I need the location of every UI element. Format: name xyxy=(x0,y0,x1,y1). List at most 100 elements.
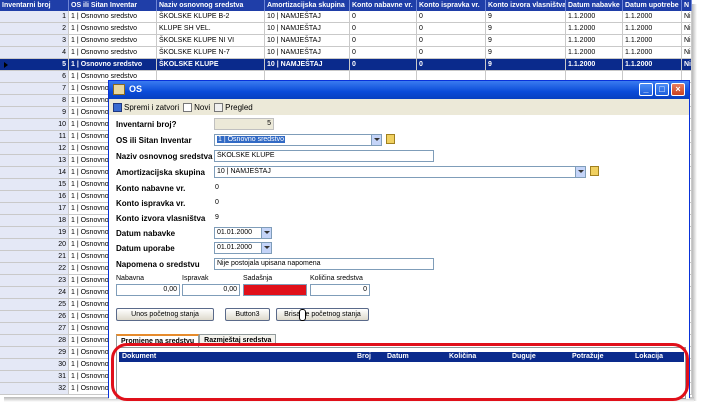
col-potrazuje[interactable]: Potražuje xyxy=(572,352,604,362)
col-dokument[interactable]: Dokument xyxy=(122,352,156,362)
table-cell[interactable]: KLUPE SH VEL. xyxy=(157,23,265,35)
table-cell[interactable]: Ni xyxy=(682,11,692,23)
table-cell[interactable]: 9 xyxy=(486,47,566,59)
table-cell[interactable]: 26 xyxy=(0,311,69,323)
grid-column-header[interactable]: OS ili Sitan Inventar xyxy=(69,0,157,11)
table-cell[interactable]: 3 xyxy=(0,35,69,47)
minimize-icon[interactable]: _ xyxy=(639,83,653,96)
table-cell[interactable]: 1.1.2000 xyxy=(566,59,623,71)
table-cell[interactable]: 14 xyxy=(0,167,69,179)
table-cell[interactable]: 6 xyxy=(0,71,69,83)
sadasnja-field[interactable]: 0,00 xyxy=(243,284,307,296)
table-cell[interactable]: ŠKOLSKE KLUPE B-2 xyxy=(157,11,265,23)
col-duguje[interactable]: Duguje xyxy=(512,352,536,362)
chevron-down-icon[interactable] xyxy=(575,167,585,177)
table-cell[interactable]: 18 xyxy=(0,215,69,227)
folder-add-icon[interactable] xyxy=(590,166,599,176)
table-cell[interactable]: 1.1.2000 xyxy=(566,23,623,35)
kolicina-field[interactable]: 0 xyxy=(310,284,370,296)
maximize-icon[interactable]: □ xyxy=(655,83,669,96)
os-ili-sitan-select[interactable]: 1 | Osnovno sredstvo xyxy=(214,134,382,146)
table-cell[interactable]: 24 xyxy=(0,287,69,299)
naziv-input[interactable]: ŠKOLSKE KLUPE xyxy=(214,150,434,162)
button3-button[interactable]: Button3 xyxy=(225,308,270,321)
chevron-down-icon[interactable] xyxy=(371,135,381,145)
grid-column-header[interactable]: Amortizacijska skupina xyxy=(265,0,350,11)
table-cell[interactable]: 11 xyxy=(0,131,69,143)
table-cell[interactable]: 8 xyxy=(0,95,69,107)
table-cell[interactable]: 32 xyxy=(0,383,69,395)
dialog-titlebar[interactable]: OS _ □ × xyxy=(109,81,689,99)
table-cell[interactable]: 0 xyxy=(417,11,486,23)
amortizacijska-select[interactable]: 10 | NAMJEŠTAJ xyxy=(214,166,586,178)
table-cell[interactable]: 5 xyxy=(0,59,69,71)
table-cell[interactable]: 0 xyxy=(350,59,417,71)
table-row[interactable]: 41 | Osnovno sredstvo ŠKOLSKE KLUPE N-7 10… xyxy=(0,47,692,59)
table-cell[interactable]: 4 xyxy=(0,47,69,59)
table-cell[interactable]: 10 | NAMJEŠTAJ xyxy=(265,11,350,23)
table-cell[interactable]: 9 xyxy=(486,23,566,35)
chevron-down-icon[interactable] xyxy=(261,228,271,238)
table-cell[interactable]: 16 xyxy=(0,191,69,203)
folder-add-icon[interactable] xyxy=(386,134,395,144)
table-cell[interactable]: 23 xyxy=(0,275,69,287)
table-cell[interactable]: ŠKOLSKE KLUPE NI VI xyxy=(157,35,265,47)
table-cell[interactable]: 1 | Osnovno sredstvo xyxy=(69,23,157,35)
table-cell[interactable]: 28 xyxy=(0,335,69,347)
table-cell[interactable]: 1.1.2000 xyxy=(623,11,682,23)
grid-column-header[interactable]: Konto nabavne vr. xyxy=(350,0,417,11)
grid-column-header[interactable]: Konto izvora vlasništva xyxy=(486,0,566,11)
grid-column-header[interactable]: Datum nabavke xyxy=(566,0,623,11)
col-lokacija[interactable]: Lokacija xyxy=(635,352,663,362)
grid-column-header[interactable]: Datum upotrebe xyxy=(623,0,682,11)
table-cell[interactable]: 25 xyxy=(0,299,69,311)
table-cell[interactable]: 1 | Osnovno sredstvo xyxy=(69,35,157,47)
grid-column-header[interactable]: N xyxy=(682,0,692,11)
napomena-input[interactable]: Nije postojala upisana napomena xyxy=(214,258,434,270)
table-cell[interactable]: ŠKOLSKE KLUPE N-7 xyxy=(157,47,265,59)
table-cell[interactable]: 2 xyxy=(0,23,69,35)
table-cell[interactable]: Ni xyxy=(682,59,692,71)
table-cell[interactable]: 20 xyxy=(0,239,69,251)
table-cell[interactable]: 9 xyxy=(0,107,69,119)
table-cell[interactable]: 1 xyxy=(0,11,69,23)
table-cell[interactable]: 7 xyxy=(0,83,69,95)
save-close-button[interactable]: Spremi i zatvori xyxy=(113,102,179,112)
table-cell[interactable]: 0 xyxy=(350,23,417,35)
datum-nabavke-picker[interactable]: 01.01.2000 xyxy=(214,227,272,239)
tab-razmjestaj[interactable]: Razmještaj sredstva xyxy=(199,334,277,346)
table-cell[interactable]: 10 | NAMJEŠTAJ xyxy=(265,59,350,71)
table-cell[interactable]: 1.1.2000 xyxy=(566,11,623,23)
chevron-down-icon[interactable] xyxy=(261,243,271,253)
table-row[interactable]: 31 | Osnovno sredstvo ŠKOLSKE KLUPE NI VI… xyxy=(0,35,692,47)
table-cell[interactable]: 9 xyxy=(486,59,566,71)
table-row[interactable]: 51 | Osnovno sredstvo ŠKOLSKE KLUPE 10 | N… xyxy=(0,59,692,71)
table-cell[interactable]: 9 xyxy=(486,11,566,23)
table-cell[interactable]: 21 xyxy=(0,251,69,263)
grid-column-header[interactable]: Konto ispravka vr. xyxy=(417,0,486,11)
table-cell[interactable]: 1.1.2000 xyxy=(623,35,682,47)
table-cell[interactable]: 19 xyxy=(0,227,69,239)
table-cell[interactable]: 17 xyxy=(0,203,69,215)
datum-uporabe-picker[interactable]: 01.01.2000 xyxy=(214,242,272,254)
ispravak-field[interactable]: 0,00 xyxy=(182,284,240,296)
col-datum[interactable]: Datum xyxy=(387,352,409,362)
table-cell[interactable]: Ni xyxy=(682,23,692,35)
col-broj[interactable]: Broj xyxy=(357,352,371,362)
grid-column-header[interactable]: Inventarni broj xyxy=(0,0,69,11)
table-cell[interactable]: 31 xyxy=(0,371,69,383)
nabavna-field[interactable]: 0,00 xyxy=(116,284,180,296)
table-cell[interactable]: 0 xyxy=(417,59,486,71)
col-kolicina[interactable]: Količina xyxy=(449,352,476,362)
table-row[interactable]: 11 | Osnovno sredstvo ŠKOLSKE KLUPE B-2 10… xyxy=(0,11,692,23)
table-cell[interactable]: 15 xyxy=(0,179,69,191)
table-cell[interactable]: 22 xyxy=(0,263,69,275)
grid-column-header[interactable]: Naziv osnovnog sredstva xyxy=(157,0,265,11)
table-cell[interactable]: 0 xyxy=(350,35,417,47)
table-cell[interactable]: 1.1.2000 xyxy=(566,47,623,59)
table-cell[interactable]: 1.1.2000 xyxy=(623,23,682,35)
close-icon[interactable]: × xyxy=(671,83,685,96)
table-cell[interactable]: 1 | Osnovno sredstvo xyxy=(69,59,157,71)
table-cell[interactable]: 1.1.2000 xyxy=(623,59,682,71)
table-cell[interactable]: 12 xyxy=(0,143,69,155)
